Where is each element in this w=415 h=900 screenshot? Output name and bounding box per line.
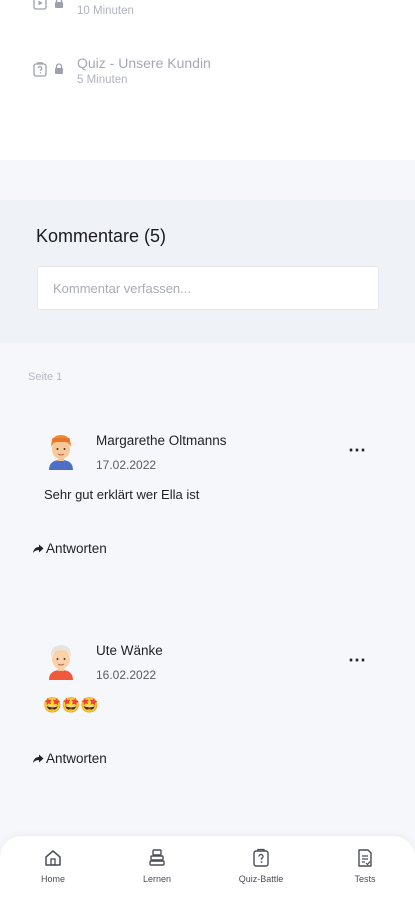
reply-arrow-icon xyxy=(33,544,44,553)
lesson-title: Quiz - Unsere Kundin xyxy=(77,55,211,71)
tab-home[interactable]: Home xyxy=(13,848,93,884)
lernen-icon xyxy=(149,849,165,866)
reply-button[interactable]: Antworten xyxy=(32,751,107,766)
tab-tests[interactable]: Tests xyxy=(325,848,405,884)
quiz-battle-icon xyxy=(253,848,269,867)
page-label: Seite 1 xyxy=(28,371,63,383)
more-options-button[interactable]: ⋯ xyxy=(348,440,367,461)
tab-lernen[interactable]: Lernen xyxy=(117,848,197,884)
reply-button[interactable]: Antworten xyxy=(32,541,107,556)
avatar xyxy=(49,645,73,680)
comment-date: 16.02.2022 xyxy=(96,668,157,682)
lock-icon xyxy=(55,0,63,8)
tab-label: Home xyxy=(40,874,65,884)
home-icon xyxy=(45,850,61,866)
bottom-tab-bar: Home Lernen Quiz-Battle Tests xyxy=(0,836,415,900)
lesson-list: 10 Minuten Quiz - Unsere Kundin 5 Minute… xyxy=(0,0,415,160)
comment-author: Margarethe Oltmanns xyxy=(96,433,227,448)
tests-icon xyxy=(358,849,372,867)
quiz-icon xyxy=(33,62,47,77)
reply-label: Antworten xyxy=(46,751,107,766)
comments-title: Kommentare (5) xyxy=(36,226,167,246)
lock-icon xyxy=(55,63,63,74)
comment-input[interactable]: Kommentar verfassen... xyxy=(37,266,379,310)
video-icon xyxy=(33,0,47,10)
comment-text: Sehr gut erklärt wer Ella ist xyxy=(44,487,200,502)
reply-arrow-icon xyxy=(33,754,44,763)
lesson-duration: 10 Minuten xyxy=(77,5,134,17)
lesson-duration: 5 Minuten xyxy=(77,74,128,86)
tab-label: Quiz-Battle xyxy=(238,874,284,884)
tab-quiz-battle[interactable]: Quiz-Battle xyxy=(221,848,301,884)
comment-date: 17.02.2022 xyxy=(96,458,157,472)
comment-text: 🤩🤩🤩 xyxy=(43,697,100,714)
comment-input-placeholder: Kommentar verfassen... xyxy=(53,281,191,296)
reply-label: Antworten xyxy=(46,541,107,556)
tab-label: Lernen xyxy=(142,874,172,884)
more-options-button[interactable]: ⋯ xyxy=(348,650,367,671)
avatar xyxy=(49,435,73,470)
tab-label: Tests xyxy=(354,874,376,884)
comment-author: Ute Wänke xyxy=(96,643,163,658)
